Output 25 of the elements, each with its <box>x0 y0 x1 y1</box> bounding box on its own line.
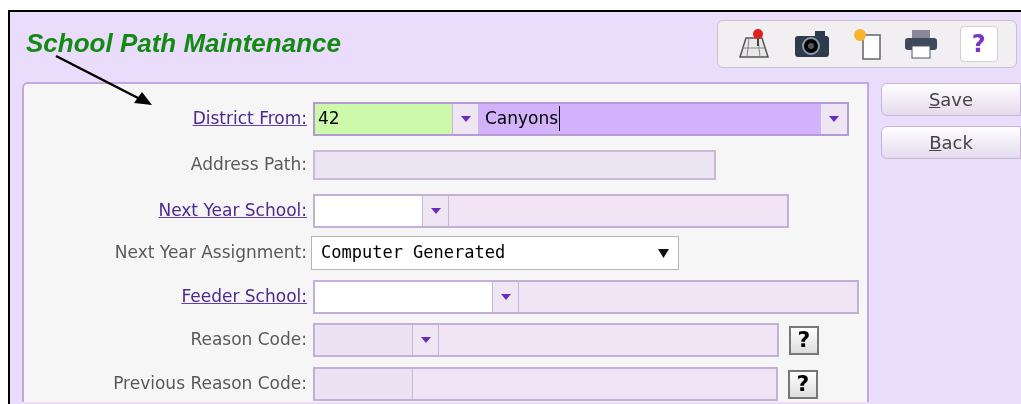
dropdown-arrow-icon[interactable] <box>429 207 442 215</box>
action-button[interactable]: Save <box>881 83 1021 116</box>
field-label[interactable]: Feeder School: <box>30 283 313 310</box>
field-label: Next Year Assignment: <box>113 241 308 265</box>
window-title: School Path Maintenance <box>26 27 341 60</box>
dropdown-arrow-icon[interactable] <box>828 114 840 123</box>
action-button[interactable]: Back <box>881 126 1021 159</box>
dropdown-arrow-icon[interactable] <box>499 292 512 301</box>
lookup-field[interactable] <box>313 194 789 228</box>
lookup-field[interactable] <box>313 279 859 314</box>
description-value: Canyons <box>485 105 561 132</box>
field-label[interactable]: District From: <box>30 105 313 132</box>
printer-icon[interactable] <box>903 28 940 60</box>
field-label: Previous Reason Code: <box>112 372 308 396</box>
field-label: Reason Code: <box>189 328 308 352</box>
lookup-field[interactable]: 42 Canyons <box>313 101 849 136</box>
camera-icon[interactable] <box>792 29 831 59</box>
dropdown-arrow-icon[interactable] <box>459 114 472 123</box>
field-label[interactable]: Next Year School: <box>30 198 313 224</box>
dropdown-arrow-icon[interactable] <box>419 336 432 344</box>
code-value: 42 <box>318 106 340 130</box>
field-label: Address Path: <box>189 153 308 177</box>
dropdown-arrow-icon <box>658 248 669 258</box>
help-button[interactable]: ? <box>959 26 998 62</box>
select-dropdown[interactable]: Computer Generated <box>311 236 679 270</box>
